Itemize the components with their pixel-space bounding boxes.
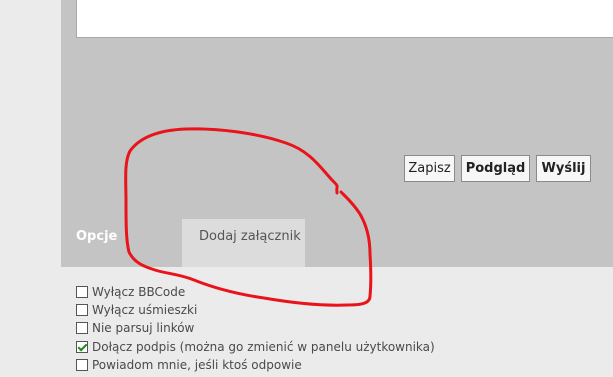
option-attach-signature[interactable]: Dołącz podpis (można go zmienić w panelu… [76, 339, 435, 355]
no-parse-links-checkbox[interactable] [76, 322, 88, 334]
disable-bbcode-checkbox[interactable] [76, 286, 88, 298]
send-button[interactable]: Wyślij [536, 155, 591, 182]
save-button[interactable]: Zapisz [404, 155, 455, 182]
option-label: Dołącz podpis (można go zmienić w panelu… [92, 340, 435, 354]
message-textarea[interactable] [76, 0, 613, 38]
option-no-parse-links[interactable]: Nie parsuj linków [76, 320, 194, 336]
tab-add-attachment[interactable]: Dodaj załącznik [182, 219, 305, 267]
page-left-margin [0, 0, 61, 377]
option-disable-bbcode[interactable]: Wyłącz BBCode [76, 284, 185, 300]
option-label: Wyłącz BBCode [92, 285, 186, 299]
tab-options[interactable]: Opcje [61, 219, 182, 267]
disable-smilies-checkbox[interactable] [76, 304, 88, 316]
notify-reply-checkbox[interactable] [76, 359, 88, 371]
option-disable-smilies[interactable]: Wyłącz uśmieszki [76, 302, 197, 318]
option-label: Wyłącz uśmieszki [92, 303, 198, 317]
option-label: Nie parsuj linków [92, 321, 195, 335]
option-notify-reply[interactable]: Powiadom mnie, jeśli ktoś odpowie [76, 357, 302, 373]
option-label: Powiadom mnie, jeśli ktoś odpowie [92, 358, 302, 372]
preview-button[interactable]: Podgląd [461, 155, 530, 182]
attach-signature-checkbox[interactable] [76, 341, 88, 353]
